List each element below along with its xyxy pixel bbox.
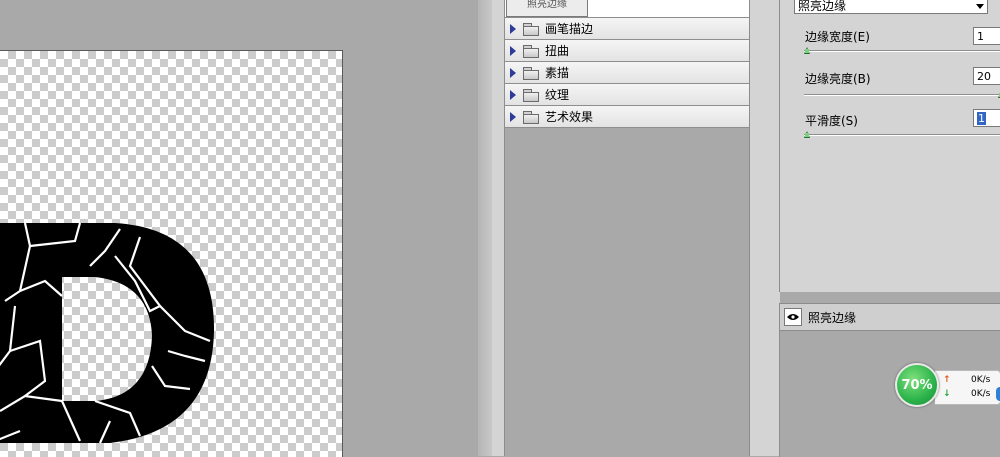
expand-triangle-icon[interactable] <box>510 45 516 56</box>
filter-category-label: 扭曲 <box>545 44 570 58</box>
chevron-down-icon[interactable] <box>976 4 984 9</box>
edge-width-slider[interactable] <box>804 47 1000 54</box>
memory-percent-badge[interactable]: 70% <box>895 363 939 407</box>
edge-brightness-label: 边缘亮度(B) <box>805 72 871 86</box>
slider-thumb[interactable] <box>804 47 810 54</box>
folder-icon <box>523 89 539 102</box>
expand-triangle-icon[interactable] <box>510 67 516 78</box>
filter-category-texture[interactable]: 纹理 <box>505 84 749 106</box>
smoothness-input[interactable]: 1 <box>973 109 1000 127</box>
smoothness-value: 1 <box>977 112 986 125</box>
folder-icon <box>523 23 539 36</box>
slider-thumb[interactable] <box>804 131 810 138</box>
edge-brightness-input[interactable]: 20 <box>973 67 1000 85</box>
panel-divider <box>492 0 505 456</box>
effect-layer-row[interactable]: 照亮边缘 <box>780 304 1000 331</box>
filter-select[interactable]: 照亮边缘 <box>794 0 988 14</box>
download-speed: 0K/s <box>971 389 991 399</box>
filter-thumbnail-row: 照亮边缘 <box>505 0 749 18</box>
filter-category-label: 艺术效果 <box>545 110 594 124</box>
panel-divider <box>749 0 780 456</box>
filter-category-label: 纹理 <box>545 88 570 102</box>
filter-gallery-tree: 照亮边缘 画笔描边 扭曲 素描 纹理 艺术效果 <box>505 0 749 456</box>
filter-category-distort[interactable]: 扭曲 <box>505 40 749 62</box>
speed-readout: ↑ 0K/s ↓ 0K/s <box>935 370 1000 405</box>
effect-layer-label: 照亮边缘 <box>808 310 857 325</box>
panel-divider <box>478 0 492 456</box>
upload-speed: 0K/s <box>971 375 991 385</box>
folder-icon <box>523 111 539 124</box>
preview-image <box>0 222 215 444</box>
expand-triangle-icon[interactable] <box>510 111 516 122</box>
filter-settings-panel: 照亮边缘 边缘宽度(E) 1 边缘亮度(B) 20 平滑度(S) 1 <box>779 0 1000 292</box>
expand-triangle-icon[interactable] <box>510 23 516 34</box>
canvas-area <box>0 0 478 457</box>
filter-category-brush-strokes[interactable]: 画笔描边 <box>505 18 749 40</box>
filter-category-label: 素描 <box>545 66 570 80</box>
filter-thumbnail[interactable]: 照亮边缘 <box>506 0 588 17</box>
upload-arrow-icon: ↑ <box>943 375 951 385</box>
network-speed-widget[interactable]: ↑ 0K/s ↓ 0K/s 70% <box>895 362 1000 408</box>
edge-width-label: 边缘宽度(E) <box>805 30 870 44</box>
letter-d-shape <box>0 223 215 443</box>
download-arrow-icon: ↓ <box>943 389 951 399</box>
widget-tab[interactable] <box>996 387 1000 401</box>
smoothness-slider[interactable] <box>804 131 1000 138</box>
smoothness-label: 平滑度(S) <box>805 114 858 128</box>
filter-category-label: 画笔描边 <box>545 22 594 36</box>
filter-select-value: 照亮边缘 <box>798 0 847 13</box>
edge-width-input[interactable]: 1 <box>973 27 1000 45</box>
filter-category-artistic[interactable]: 艺术效果 <box>505 106 749 128</box>
canvas-document[interactable] <box>0 50 343 457</box>
folder-icon <box>523 67 539 80</box>
filter-category-sketch[interactable]: 素描 <box>505 62 749 84</box>
expand-triangle-icon[interactable] <box>510 89 516 100</box>
folder-icon <box>523 45 539 58</box>
edge-brightness-slider[interactable] <box>804 91 1000 98</box>
eye-icon[interactable] <box>784 308 802 326</box>
